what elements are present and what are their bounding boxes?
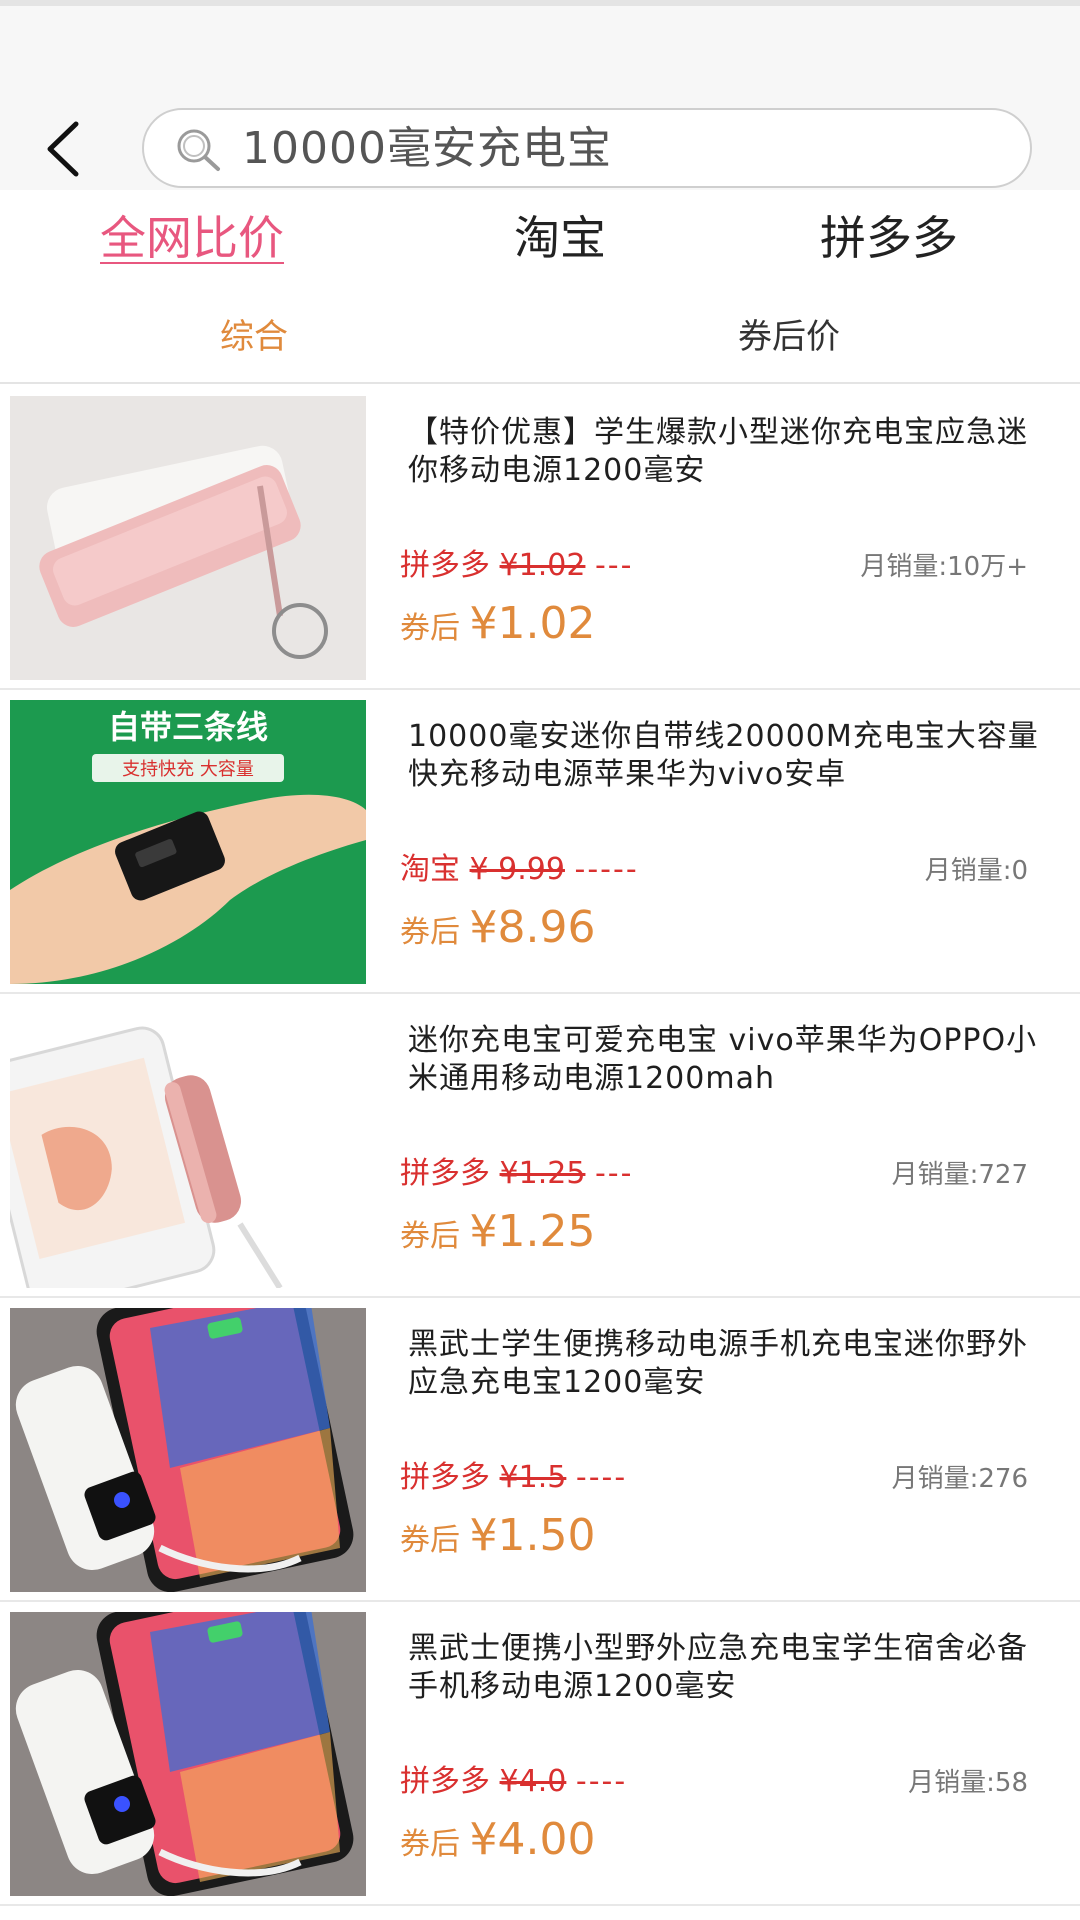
search-query[interactable]: 10000毫安充电宝 xyxy=(242,124,612,174)
after-coupon-price: ¥1.50 xyxy=(469,1510,596,1561)
product-image xyxy=(10,1308,366,1592)
original-price-row: 拼多多 ¥4.0 ---- xyxy=(400,1762,627,1802)
after-coupon-price-row: 券后 ¥1.02 xyxy=(400,598,596,655)
original-price-row: 拼多多 ¥1.25 --- xyxy=(400,1154,633,1194)
platform-name: 拼多多 xyxy=(400,1460,490,1495)
monthly-sales: 月销量:727 xyxy=(891,1160,1028,1190)
platform-name: 淘宝 xyxy=(400,852,460,887)
after-coupon-label: 券后 xyxy=(400,1827,460,1862)
search-icon xyxy=(177,129,220,171)
sort-after-coupon-price[interactable]: 券后价 xyxy=(738,314,840,360)
after-coupon-price: ¥4.00 xyxy=(469,1814,596,1865)
price-divider: ----- xyxy=(574,852,639,887)
after-coupon-label: 券后 xyxy=(400,915,460,950)
product-item[interactable]: 迷你充电宝可爱充电宝 vivo苹果华为OPPO小米通用移动电源1200mah 拼… xyxy=(0,994,1080,1298)
product-title[interactable]: 迷你充电宝可爱充电宝 vivo苹果华为OPPO小米通用移动电源1200mah xyxy=(408,1022,1048,1098)
original-price-row: 拼多多 ¥1.02 --- xyxy=(400,546,633,586)
product-title[interactable]: 黑武士便携小型野外应急充电宝学生宿舍必备手机移动电源1200毫安 xyxy=(408,1630,1048,1706)
tab-taobao[interactable]: 淘宝 xyxy=(514,208,606,268)
product-title[interactable]: 黑武士学生便携移动电源手机充电宝迷你野外应急充电宝1200毫安 xyxy=(408,1326,1048,1402)
header: 10000毫安充电宝 xyxy=(0,6,1080,190)
original-price: ¥4.0 xyxy=(499,1764,567,1799)
price-divider: --- xyxy=(594,1156,634,1191)
product-title[interactable]: 【特价优惠】学生爆款小型迷你充电宝应急迷你移动电源1200毫安 xyxy=(408,414,1048,490)
sort-comprehensive[interactable]: 综合 xyxy=(220,314,288,360)
sort-tabs: 综合 券后价 xyxy=(0,300,1080,384)
after-coupon-price: ¥1.02 xyxy=(469,598,596,649)
product-title[interactable]: 10000毫安迷你自带线20000M充电宝大容量快充移动电源苹果华为vivo安卓 xyxy=(408,718,1048,794)
monthly-sales: 月销量:58 xyxy=(908,1768,1028,1798)
product-item[interactable]: 黑武士便携小型野外应急充电宝学生宿舍必备手机移动电源1200毫安 拼多多 ¥4.… xyxy=(0,1602,1080,1906)
tab-pinduoduo[interactable]: 拼多多 xyxy=(820,208,958,268)
original-price: ¥1.5 xyxy=(499,1460,567,1495)
original-price: ¥1.25 xyxy=(499,1156,586,1191)
after-coupon-price: ¥8.96 xyxy=(469,902,596,953)
product-image xyxy=(10,396,366,680)
monthly-sales: 月销量:276 xyxy=(891,1464,1028,1494)
after-coupon-label: 券后 xyxy=(400,611,460,646)
platform-name: 拼多多 xyxy=(400,1764,490,1799)
product-image: 自带三条线 支持快充 大容量 xyxy=(10,700,366,984)
platform-name: 拼多多 xyxy=(400,548,490,583)
after-coupon-price-row: 券后 ¥1.25 xyxy=(400,1206,596,1263)
product-image xyxy=(10,1612,366,1896)
product-item[interactable]: 自带三条线 支持快充 大容量 10000毫安迷你自带线20000M充电宝大容量快… xyxy=(0,690,1080,994)
after-coupon-price-row: 券后 ¥4.00 xyxy=(400,1814,596,1871)
original-price: ¥1.02 xyxy=(499,548,586,583)
back-arrow-icon[interactable] xyxy=(38,118,90,180)
product-item[interactable]: 【特价优惠】学生爆款小型迷你充电宝应急迷你移动电源1200毫安 拼多多 ¥1.0… xyxy=(0,386,1080,690)
platform-name: 拼多多 xyxy=(400,1156,490,1191)
after-coupon-price: ¥1.25 xyxy=(469,1206,596,1257)
image-headline: 自带三条线 xyxy=(108,708,268,746)
after-coupon-price-row: 券后 ¥8.96 xyxy=(400,902,596,959)
original-price-row: 淘宝 ¥ 9.99 ----- xyxy=(400,850,639,890)
monthly-sales: 月销量:10万+ xyxy=(860,552,1028,582)
price-divider: ---- xyxy=(575,1764,628,1799)
price-divider: --- xyxy=(594,548,634,583)
tab-all-network[interactable]: 全网比价 xyxy=(100,208,284,268)
platform-tabs: 全网比价 淘宝 拼多多 xyxy=(0,190,1080,290)
image-tagline: 支持快充 大容量 xyxy=(122,759,254,780)
search-bar[interactable]: 10000毫安充电宝 xyxy=(142,108,1032,188)
after-coupon-label: 券后 xyxy=(400,1219,460,1254)
after-coupon-price-row: 券后 ¥1.50 xyxy=(400,1510,596,1567)
original-price: ¥ 9.99 xyxy=(469,852,565,887)
product-item[interactable]: 黑武士学生便携移动电源手机充电宝迷你野外应急充电宝1200毫安 拼多多 ¥1.5… xyxy=(0,1298,1080,1602)
after-coupon-label: 券后 xyxy=(400,1523,460,1558)
monthly-sales: 月销量:0 xyxy=(924,856,1028,886)
original-price-row: 拼多多 ¥1.5 ---- xyxy=(400,1458,627,1498)
product-image xyxy=(10,1004,366,1288)
price-divider: ---- xyxy=(575,1460,628,1495)
